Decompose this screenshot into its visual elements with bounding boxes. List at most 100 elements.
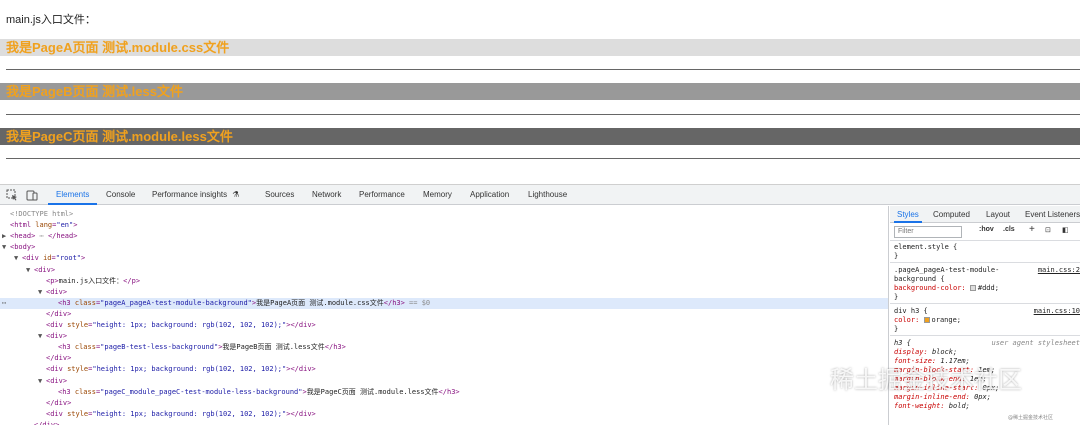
- css-selector-text: .pageA_pageA-test-module-: [894, 266, 1000, 274]
- dom-token: <head>: [10, 232, 36, 241]
- dom-token: </div>: [46, 354, 72, 363]
- dom-node-selected[interactable]: ⋯ <h3 class="pageA_pageA-test-module-back…: [0, 297, 888, 309]
- new-rule-icon[interactable]: +: [1029, 224, 1035, 235]
- dom-node[interactable]: </div>: [0, 420, 888, 425]
- tab-layout[interactable]: Layout: [986, 206, 1010, 223]
- color-swatch-icon[interactable]: [923, 317, 930, 323]
- css-selector-text: }: [894, 325, 899, 333]
- dom-token: <div: [22, 254, 39, 263]
- dom-token: 我是PageB页面 测试.less文件: [222, 343, 325, 352]
- css-property-name: font-weight:: [894, 402, 949, 410]
- dom-node[interactable]: <h3 class="pageC_module_pageC-test-modul…: [0, 387, 888, 398]
- dom-node[interactable]: <html lang="en">: [0, 220, 888, 231]
- dom-token: <!DOCTYPE html>: [10, 210, 74, 218]
- dom-node[interactable]: </div>: [0, 398, 888, 409]
- dom-node[interactable]: <p>main.js入口文件：</p>: [0, 276, 888, 287]
- dom-node[interactable]: </div>: [0, 353, 888, 364]
- color-swatch-icon[interactable]: [969, 285, 976, 291]
- dom-token: <p>: [46, 276, 59, 285]
- tab-performance-insights[interactable]: Performance insights ⚗: [152, 185, 240, 205]
- dom-token: </head>: [47, 232, 78, 241]
- dom-node[interactable]: ▼ <div>: [0, 265, 888, 276]
- dom-token: "pageB-test-less-background": [100, 343, 219, 352]
- dom-node[interactable]: <div style="height: 1px; background: rgb…: [0, 320, 888, 331]
- expand-triangle-icon[interactable]: ▼: [14, 253, 22, 264]
- tab-elements[interactable]: Elements: [48, 185, 98, 205]
- tab-console[interactable]: Console: [106, 185, 135, 205]
- element-state-icon[interactable]: ⊡: [1045, 226, 1051, 234]
- css-declaration[interactable]: display: block;: [894, 348, 1080, 357]
- device-toolbar-icon[interactable]: [26, 189, 38, 201]
- dom-token: </h3>: [383, 298, 405, 307]
- tab-network[interactable]: Network: [312, 185, 341, 205]
- expand-triangle-icon[interactable]: ▼: [38, 376, 46, 387]
- dom-node[interactable]: ▼ <body>: [0, 242, 888, 253]
- dom-token: 我是PageC页面 测试.module.less文件: [306, 387, 439, 396]
- dom-token: id: [38, 254, 52, 263]
- css-declaration[interactable]: font-weight: bold;: [894, 402, 1080, 411]
- dom-node[interactable]: <div style="height: 1px; background: rgb…: [0, 409, 888, 420]
- tab-sources[interactable]: Sources: [265, 185, 294, 205]
- dom-node[interactable]: ▼ <div>: [0, 331, 888, 342]
- css-property-name: color:: [894, 316, 924, 324]
- dom-token: "pageC_module_pageC-test-module-less-bac…: [100, 387, 303, 396]
- expand-triangle-icon[interactable]: ▼: [26, 265, 34, 276]
- inspect-element-icon[interactable]: [6, 189, 18, 201]
- dom-token: main.js入口文件：: [58, 276, 124, 285]
- divider-b: [6, 114, 1080, 115]
- dom-token: ></div>: [286, 365, 316, 374]
- css-declaration[interactable]: color: orange;: [894, 316, 1080, 325]
- wechat-logo-icon: [795, 364, 823, 384]
- flask-icon: ⚗: [232, 190, 240, 199]
- stylesheet-source-link[interactable]: main.css:10: [1034, 307, 1080, 316]
- css-property-value: #ddd;: [977, 284, 999, 292]
- tab-application[interactable]: Application: [470, 185, 509, 205]
- dom-node[interactable]: ▼ <div id="root">: [0, 253, 888, 264]
- dom-node[interactable]: <div style="height: 1px; background: rgb…: [0, 364, 888, 375]
- cls-toggle[interactable]: .cls: [1003, 226, 1015, 233]
- expand-triangle-icon[interactable]: ▼: [2, 242, 10, 253]
- css-declaration[interactable]: background-color: #ddd;: [894, 284, 1080, 293]
- tab-event-listeners[interactable]: Event Listeners: [1025, 206, 1080, 223]
- tab-styles[interactable]: Styles: [894, 206, 922, 223]
- tab-performance[interactable]: Performance: [359, 185, 405, 205]
- dom-token: class: [70, 387, 96, 396]
- node-actions-icon[interactable]: ⋯: [2, 298, 6, 309]
- dom-token: "en": [56, 221, 74, 230]
- dom-node[interactable]: ▼ <div>: [0, 376, 888, 387]
- tab-performance-insights-label: Performance insights: [152, 190, 228, 199]
- tab-computed[interactable]: Computed: [933, 206, 970, 223]
- css-selector-text: }: [894, 252, 899, 260]
- dom-node[interactable]: <h3 class="pageB-test-less-background">我…: [0, 342, 888, 353]
- tab-lighthouse[interactable]: Lighthouse: [528, 185, 567, 205]
- styles-filter-input[interactable]: Filter: [894, 226, 962, 238]
- expand-triangle-icon[interactable]: ▼: [38, 287, 46, 298]
- collapse-triangle-icon[interactable]: ▶: [2, 231, 10, 242]
- css-selector-text: background {: [894, 275, 945, 283]
- css-property-value: bold;: [948, 402, 970, 410]
- dom-token: </h3>: [438, 387, 460, 396]
- css-property-value: block;: [931, 348, 958, 356]
- css-selector-text: div h3 {: [894, 307, 928, 315]
- dom-token: <h3: [58, 387, 71, 396]
- dom-node[interactable]: <!DOCTYPE html>: [0, 209, 888, 220]
- css-selector: background {: [894, 275, 1080, 284]
- user-agent-stylesheet-label: user agent stylesheet: [991, 339, 1080, 347]
- dom-token: <div>: [46, 287, 68, 296]
- css-property-value: orange;: [931, 316, 962, 324]
- dom-token: <div: [46, 321, 63, 329]
- stylesheet-source-link[interactable]: main.css:2: [1038, 266, 1080, 275]
- toggle-sidebar-icon[interactable]: ◧: [1062, 226, 1069, 234]
- elements-dom-tree[interactable]: <!DOCTYPE html> <html lang="en"> ▶ <head> ⋯…: [0, 206, 889, 425]
- expand-triangle-icon[interactable]: ▼: [38, 331, 46, 342]
- rendered-page: main.js入口文件： 我是PageA页面 测试.module.css文件 我…: [0, 0, 1080, 184]
- dom-token: <body>: [10, 243, 36, 252]
- css-selector: }: [894, 293, 1080, 302]
- page-a-heading: 我是PageA页面 测试.module.css文件: [0, 39, 1080, 56]
- dom-node[interactable]: ▼ <div>: [0, 287, 888, 298]
- dom-node[interactable]: ▶ <head> ⋯ </head>: [0, 231, 888, 242]
- tab-memory[interactable]: Memory: [423, 185, 452, 205]
- dom-node[interactable]: </div>: [0, 309, 888, 320]
- dom-token: <div>: [46, 332, 68, 341]
- hov-toggle[interactable]: :hov: [979, 226, 994, 233]
